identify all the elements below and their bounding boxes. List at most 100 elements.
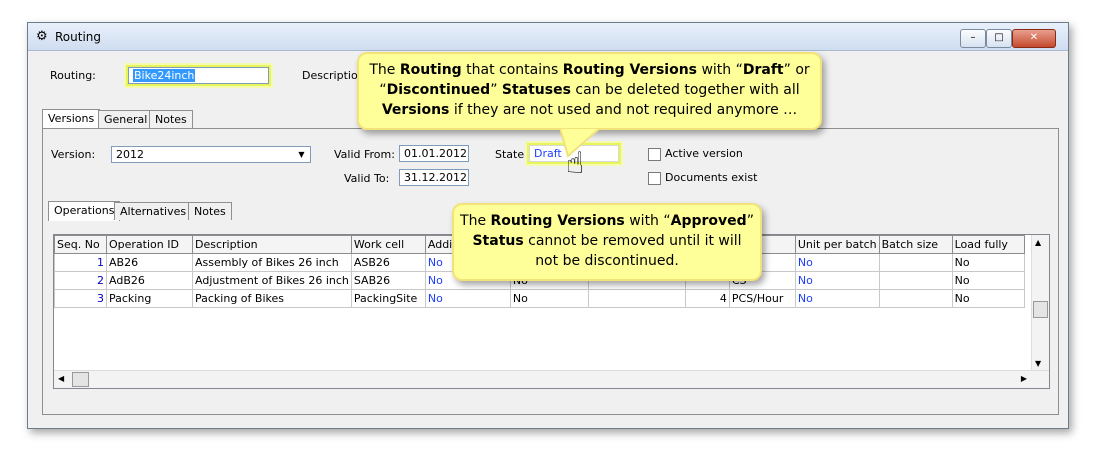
version-label: Version:: [51, 148, 96, 161]
callout-line-3: not be discontinued.: [535, 253, 679, 269]
col-operation-id[interactable]: Operation ID: [106, 235, 193, 254]
cell-h1: No: [509, 289, 589, 308]
cell-load-fully: No: [951, 253, 1025, 272]
version-value: 2012: [116, 148, 144, 161]
cell-load-fully: No: [951, 289, 1025, 308]
cell-h3: 4: [684, 289, 730, 308]
cell-op-id: AB26: [106, 253, 193, 272]
active-version-checkbox[interactable]: [648, 148, 661, 161]
window-title: Routing: [55, 30, 102, 44]
callout-text: “: [379, 82, 387, 98]
close-button[interactable]: ✕: [1012, 29, 1056, 48]
callout-bold: Routing: [399, 62, 462, 78]
scroll-thumb[interactable]: [1033, 301, 1048, 318]
cell-seq: 3: [54, 289, 107, 308]
cell-unit-per-batch: No: [794, 271, 880, 290]
callout-bold: Draft: [742, 62, 784, 78]
col-work-cell[interactable]: Work cell: [350, 235, 426, 254]
cell-h2: [587, 289, 686, 308]
callout-line-1: The Routing that contains Routing Versio…: [359, 60, 820, 80]
callout-line-3: Versions if they are not used and not re…: [359, 100, 820, 120]
cell-load-fully: No: [951, 271, 1025, 290]
cell-op-id: Packing: [106, 289, 193, 308]
callout-text: cannot be removed until it will: [523, 233, 742, 249]
callout-text: if they are not used and not required an…: [449, 102, 798, 118]
hand-pointer-icon: ☝: [566, 146, 585, 181]
callout-delete-info: The Routing that contains Routing Versio…: [357, 52, 822, 130]
callout-line-2: “Discontinued” Statuses can be deleted t…: [359, 80, 820, 100]
title-bar[interactable]: ⚙ Routing – □ ✕: [28, 23, 1068, 51]
minimize-button[interactable]: –: [960, 29, 986, 48]
tab-operations[interactable]: Operations: [48, 201, 121, 221]
callout-approved-info: The Routing Versions with “Approved” Sta…: [452, 203, 762, 281]
cell-op-id: AdB26: [106, 271, 193, 290]
scroll-right-icon[interactable]: ▶: [1021, 374, 1027, 383]
cell-batch-size: [878, 289, 953, 308]
col-seq-no[interactable]: Seq. No: [54, 235, 107, 254]
cell-batch-size: [878, 253, 953, 272]
valid-from-label: Valid From:: [334, 148, 395, 161]
tab-sub-notes[interactable]: Notes: [188, 202, 232, 220]
cell-seq: 2: [54, 271, 107, 290]
cell-work-cell: PackingSite: [350, 289, 426, 308]
cell-unit: PCS/Hour: [728, 289, 796, 308]
callout-bold: Versions: [381, 102, 450, 118]
hscroll-thumb[interactable]: [72, 372, 89, 387]
version-dropdown[interactable]: 2012 ▼: [111, 146, 311, 163]
callout-text: can be deleted together with all: [570, 82, 800, 98]
cell-work-cell: SAB26: [350, 271, 426, 290]
tab-versions[interactable]: Versions: [42, 109, 101, 129]
description-label: Description: [302, 69, 365, 82]
tab-alternatives[interactable]: Alternatives: [114, 202, 193, 220]
callout-text: that contains: [461, 62, 563, 78]
cell-desc: Packing of Bikes: [192, 289, 352, 308]
callout-bold: Discontinued: [386, 82, 491, 98]
table-row[interactable]: 3 Packing Packing of Bikes PackingSite N…: [54, 289, 1025, 308]
col-load-fully[interactable]: Load fully: [951, 235, 1025, 254]
callout-text: with “: [697, 62, 743, 78]
active-version-label: Active version: [665, 147, 743, 160]
chevron-down-icon[interactable]: ▼: [294, 148, 309, 161]
horizontal-scrollbar[interactable]: ◀ ▶: [54, 370, 1049, 388]
valid-from-field[interactable]: 01.01.2012: [399, 145, 469, 162]
callout-bold: Routing Versions: [490, 213, 625, 229]
callout-text: with “: [624, 213, 671, 229]
callout-text: ” or: [783, 62, 810, 78]
cell-unit-per-batch: No: [794, 289, 880, 308]
cell-additional: No: [424, 289, 511, 308]
col-batch-size[interactable]: Batch size: [878, 235, 953, 254]
documents-exist-label: Documents exist: [665, 171, 758, 184]
valid-to-label: Valid To:: [344, 172, 390, 185]
cell-seq: 1: [54, 253, 107, 272]
routing-field[interactable]: Bike24inch: [128, 67, 269, 84]
col-unit-per-batch[interactable]: Unit per batch: [794, 235, 880, 254]
callout-text: The: [369, 62, 400, 78]
callout-text: ”: [746, 213, 754, 229]
cell-work-cell: ASB26: [350, 253, 426, 272]
vertical-scrollbar[interactable]: ▲ ▼: [1031, 235, 1049, 388]
col-description[interactable]: Description: [192, 235, 352, 254]
tab-notes[interactable]: Notes: [149, 110, 193, 128]
routing-gear-icon: ⚙: [36, 29, 48, 44]
routing-label: Routing:: [50, 69, 96, 82]
callout-bold: Status: [472, 233, 524, 249]
scroll-up-icon[interactable]: ▲: [1035, 238, 1041, 247]
documents-exist-checkbox[interactable]: [648, 172, 661, 185]
routing-value: Bike24inch: [133, 69, 196, 82]
maximize-button[interactable]: □: [986, 29, 1012, 48]
callout-line-1: The Routing Versions with “Approved”: [454, 211, 760, 231]
scroll-down-icon[interactable]: ▼: [1035, 359, 1041, 368]
callout-bold: Approved: [670, 213, 747, 229]
callout-line-2: Status cannot be removed until it will: [454, 231, 760, 251]
cell-batch-size: [878, 271, 953, 290]
tab-general[interactable]: General: [98, 110, 154, 128]
callout-bold: Statuses: [501, 82, 571, 98]
cell-desc: Adjustment of Bikes 26 inch: [192, 271, 352, 290]
cell-unit-per-batch: No: [794, 253, 880, 272]
callout-text: ”: [490, 82, 502, 98]
callout-bold: Routing Versions: [562, 62, 697, 78]
state-label: State:: [495, 148, 528, 161]
valid-to-field[interactable]: 31.12.2012: [399, 169, 469, 186]
cell-desc: Assembly of Bikes 26 inch: [192, 253, 352, 272]
scroll-left-icon[interactable]: ◀: [58, 374, 64, 383]
